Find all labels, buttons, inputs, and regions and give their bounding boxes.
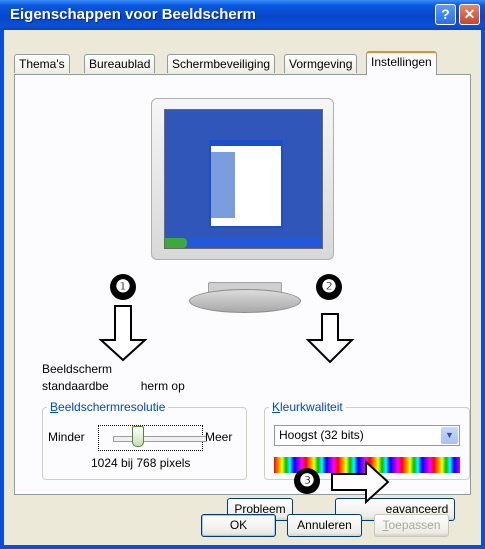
tab-appearance[interactable]: Vormgeving	[284, 54, 358, 73]
tab-screensaver[interactable]: Schermbeveiliging	[167, 54, 276, 73]
tab-label: Vormgeving	[289, 57, 353, 71]
resolution-legend: Beeldschermresolutie	[47, 400, 169, 414]
cancel-button[interactable]: Annuleren	[287, 514, 362, 537]
resolution-more-label: Meer	[205, 430, 233, 444]
color-quality-group: Kleurkwaliteit Hoogst (32 bits) ▼	[264, 400, 470, 480]
window-title: Eigenschappen voor Beeldscherm	[10, 6, 256, 23]
annotation-marker-1: ❶	[110, 274, 136, 300]
color-quality-value: Hoogst (32 bits)	[279, 428, 364, 442]
apply-button[interactable]: Toepassen	[374, 514, 449, 537]
color-quality-legend: Kleurkwaliteit	[269, 400, 346, 414]
annotation-marker-2: ❷	[316, 274, 342, 300]
settings-panel: Beeldscherm standaardbe herm op Beeldsche…	[14, 74, 471, 521]
description-line-1: Beeldscherm	[42, 362, 113, 376]
display-properties-window: Eigenschappen voor Beeldscherm ? ✕ Thema…	[0, 0, 485, 549]
resolution-slider-thumb[interactable]	[132, 426, 144, 447]
close-button[interactable]: ✕	[459, 4, 480, 25]
tab-label: Instellingen	[371, 55, 432, 69]
preview-taskbar	[165, 238, 322, 248]
monitor-stand	[189, 289, 301, 313]
preview-start-button	[165, 238, 187, 248]
resolution-slider-track[interactable]	[113, 436, 207, 442]
ok-button[interactable]: OK	[201, 514, 276, 537]
preview-sidebar	[211, 152, 235, 218]
preview-window	[209, 140, 283, 228]
close-icon: ✕	[463, 6, 476, 22]
annotation-marker-3: ❸	[294, 468, 320, 494]
tab-settings[interactable]: Instellingen	[366, 51, 437, 75]
resolution-less-label: Minder	[48, 430, 85, 444]
help-icon: ?	[441, 6, 450, 22]
resolution-group: Beeldschermresolutie Minder Meer 1024 bi…	[42, 400, 247, 480]
chevron-down-icon[interactable]: ▼	[441, 427, 458, 444]
tab-themes[interactable]: Thema's	[14, 54, 70, 73]
monitor-preview	[151, 98, 334, 260]
help-button[interactable]: ?	[435, 4, 456, 25]
monitor-screen	[164, 109, 323, 249]
description-line-2: standaardbe herm op	[42, 379, 185, 393]
dialog-client-area: Thema's Bureaublad Schermbeveiliging Vor…	[4, 30, 481, 545]
tab-label: Bureaublad	[89, 57, 151, 71]
tab-desktop[interactable]: Bureaublad	[84, 54, 156, 73]
resolution-value: 1024 bij 768 pixels	[91, 456, 191, 470]
tab-label: Thema's	[19, 57, 65, 71]
color-quality-select[interactable]: Hoogst (32 bits) ▼	[274, 425, 460, 446]
monitor-description: Beeldscherm standaardbe herm op	[42, 361, 185, 395]
tab-label: Schermbeveiliging	[172, 57, 271, 71]
title-bar[interactable]: Eigenschappen voor Beeldscherm ? ✕	[0, 0, 485, 30]
